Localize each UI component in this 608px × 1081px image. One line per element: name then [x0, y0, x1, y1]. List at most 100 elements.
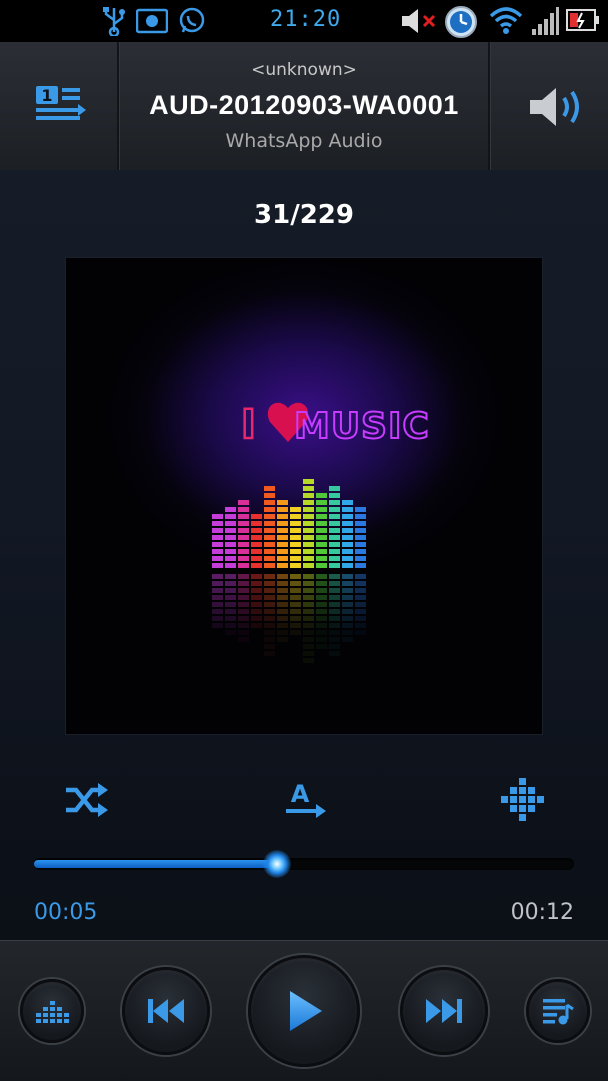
- equalizer-reflection-cell: [277, 602, 288, 607]
- equalizer-bar-cell: [238, 521, 249, 526]
- equalizer-bar-cell: [303, 486, 314, 491]
- equalizer-reflection-cell: [290, 602, 301, 607]
- equalizer-reflection-cell: [264, 595, 275, 600]
- equalizer-bar-cell: [277, 556, 288, 561]
- equalizer-reflection-cell: [212, 595, 223, 600]
- equalizer-bar-cell: [277, 514, 288, 519]
- equalizer-bar-cell: [355, 542, 366, 547]
- equalizer-bar-cell: [238, 514, 249, 519]
- equalizer-reflection-cell: [342, 630, 353, 635]
- seek-bar[interactable]: [34, 850, 574, 878]
- equalizer-bar-cell: [264, 486, 275, 491]
- equalizer-bar-cell: [212, 542, 223, 547]
- equalizer-bar-cell: [277, 507, 288, 512]
- album-label: WhatsApp Audio: [225, 130, 383, 152]
- equalizer-reflection-cell: [316, 644, 327, 649]
- equalizer-bar-cell: [316, 528, 327, 533]
- equalizer-bar-cell: [264, 500, 275, 505]
- equalizer-bar-cell: [329, 563, 340, 568]
- equalizer-reflection-cell: [290, 588, 301, 593]
- equalizer-bar-cell: [277, 535, 288, 540]
- equalizer-bar-cell: [290, 549, 301, 554]
- equalizer-reflection-cell: [212, 602, 223, 607]
- equalizer-bar-cell: [303, 556, 314, 561]
- signal-icon: [532, 7, 559, 35]
- equalizer-reflection-cell: [225, 609, 236, 614]
- equalizer-bar-cell: [316, 514, 327, 519]
- equalizer-reflection-cell: [342, 595, 353, 600]
- artist-label: <unknown>: [251, 60, 357, 80]
- equalizer-reflection-cell: [329, 651, 340, 656]
- equalizer-reflection-cell: [303, 658, 314, 663]
- playlist-queue-icon[interactable]: 1: [30, 82, 90, 132]
- equalizer-bar-cell: [342, 556, 353, 561]
- equalizer-bar-cell: [212, 535, 223, 540]
- seek-bar-fill: [34, 860, 277, 868]
- equalizer-bar-cell: [329, 549, 340, 554]
- equalizer-bar-cell: [225, 521, 236, 526]
- shuffle-icon[interactable]: [62, 780, 110, 820]
- repeat-a-icon[interactable]: A: [282, 778, 328, 820]
- seek-bar-thumb[interactable]: [263, 850, 291, 878]
- equalizer-bar-cell: [355, 535, 366, 540]
- equalizer-bar-cell: [342, 514, 353, 519]
- equalizer-reflection-cell: [342, 609, 353, 614]
- equalizer-reflection-cell: [342, 588, 353, 593]
- previous-button[interactable]: [122, 967, 210, 1055]
- equalizer-bar-cell: [212, 514, 223, 519]
- equalizer-reflection-cell: [212, 581, 223, 586]
- equalizer-reflection-cell: [277, 574, 288, 579]
- equalizer-bars: [212, 479, 366, 663]
- playlist-button[interactable]: [526, 979, 590, 1043]
- equalizer-reflection-cell: [329, 574, 340, 579]
- equalizer-reflection-cell: [303, 602, 314, 607]
- equalizer-reflection-cell: [303, 644, 314, 649]
- equalizer-bar-cell: [264, 507, 275, 512]
- equalizer-icon: [36, 1001, 69, 1023]
- next-button[interactable]: [400, 967, 488, 1055]
- equalizer-reflection-cell: [264, 637, 275, 642]
- equalizer-reflection-cell: [212, 616, 223, 621]
- equalizer-reflection-cell: [238, 574, 249, 579]
- equalizer-bar-cell: [329, 521, 340, 526]
- equalizer-reflection-cell: [329, 602, 340, 607]
- equalizer-reflection-cell: [251, 602, 262, 607]
- equalizer-reflection-cell: [290, 616, 301, 621]
- equalizer-reflection-cell: [251, 595, 262, 600]
- equalizer-reflection-cell: [316, 588, 327, 593]
- equalizer-button[interactable]: [20, 979, 84, 1043]
- equalizer-reflection-cell: [329, 623, 340, 628]
- equalizer-reflection-cell: [316, 574, 327, 579]
- equalizer-reflection-cell: [238, 581, 249, 586]
- equalizer-bar-cell: [329, 535, 340, 540]
- equalizer-reflection-cell: [355, 609, 366, 614]
- equalizer-reflection-cell: [264, 644, 275, 649]
- sound-effects-icon[interactable]: [500, 776, 546, 822]
- album-art: I MUSIC: [66, 258, 542, 734]
- equalizer-bar-cell: [303, 507, 314, 512]
- equalizer-reflection-cell: [316, 609, 327, 614]
- equalizer-bar-cell: [238, 500, 249, 505]
- equalizer-bar-cell: [342, 507, 353, 512]
- track-counter: 31/229: [254, 200, 354, 230]
- equalizer-reflection-cell: [264, 588, 275, 593]
- equalizer-bar-cell: [355, 521, 366, 526]
- equalizer-bar-cell: [238, 549, 249, 554]
- album-art-graphic: I MUSIC: [212, 401, 430, 663]
- equalizer-bar-cell: [342, 549, 353, 554]
- equalizer-reflection-cell: [303, 630, 314, 635]
- equalizer-bar-cell: [277, 528, 288, 533]
- play-button[interactable]: [248, 955, 360, 1067]
- equalizer-reflection-cell: [290, 630, 301, 635]
- speaker-muted-icon: [402, 9, 436, 33]
- equalizer-bar-cell: [277, 500, 288, 505]
- volume-icon[interactable]: [520, 82, 590, 132]
- equalizer-reflection-cell: [251, 616, 262, 621]
- equalizer-reflection-cell: [251, 609, 262, 614]
- equalizer-reflection-cell: [355, 588, 366, 593]
- header-divider: [488, 42, 491, 170]
- equalizer-bar-cell: [212, 528, 223, 533]
- equalizer-reflection-cell: [342, 602, 353, 607]
- equalizer-bar-cell: [251, 563, 262, 568]
- equalizer-reflection-cell: [212, 588, 223, 593]
